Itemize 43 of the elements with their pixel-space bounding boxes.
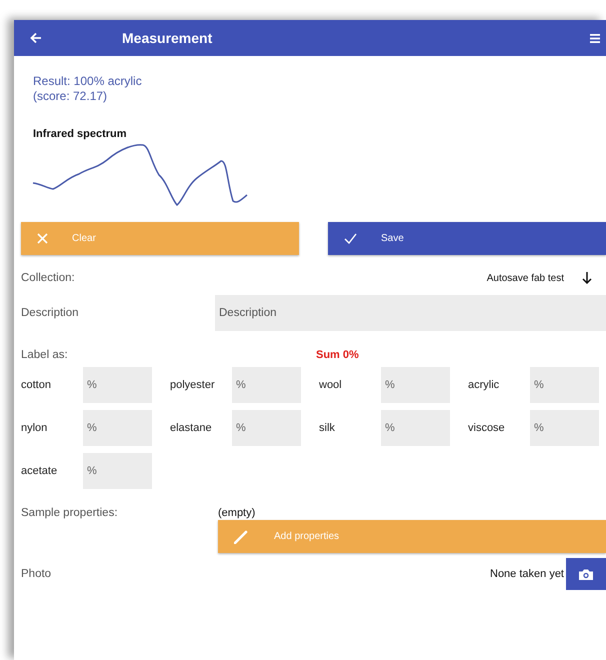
camera-button[interactable] — [566, 558, 606, 590]
save-button[interactable]: Save — [328, 222, 606, 255]
percent-field[interactable]: % — [530, 367, 599, 403]
field-label: Description — [21, 307, 80, 319]
fiber-label: polyester — [170, 379, 216, 391]
fiber-label: elastane — [170, 422, 213, 434]
result-text: (score: 72.17) — [33, 89, 108, 104]
back-arrow-icon — [30, 32, 42, 44]
properties-value: (empty) — [218, 507, 256, 519]
field-label: Label as: — [21, 349, 69, 361]
chart-title: Infrared spectrum — [33, 128, 128, 140]
collection-dropdown[interactable]: Autosave fab test — [486, 272, 606, 284]
photo-status: None taken yet — [490, 568, 564, 580]
percent-field[interactable]: % — [381, 410, 450, 446]
fiber-label: viscose — [468, 422, 506, 434]
fiber-label: acetate — [21, 465, 58, 477]
result-text: Result: 100% acrylic — [33, 74, 143, 89]
percent-field[interactable]: % — [232, 367, 301, 403]
screen-title: Measurement — [122, 30, 214, 46]
field-label: Sample properties: — [21, 507, 119, 521]
percent-field[interactable]: % — [83, 410, 152, 446]
close-icon — [37, 233, 48, 244]
menu-button[interactable] — [590, 34, 600, 42]
check-icon — [344, 233, 357, 244]
percent-field[interactable]: % — [232, 410, 301, 446]
percent-field[interactable]: % — [83, 367, 152, 403]
description-field[interactable]: Description — [215, 295, 606, 331]
fiber-label: silk — [319, 422, 336, 434]
field-label: Collection: — [21, 272, 75, 284]
camera-icon — [579, 568, 593, 580]
fiber-label: nylon — [21, 422, 48, 434]
percent-field[interactable]: % — [530, 410, 599, 446]
pencil-icon — [234, 530, 248, 544]
percent-field[interactable]: % — [381, 367, 450, 403]
fiber-label: cotton — [21, 379, 52, 391]
down-arrow-icon — [582, 272, 592, 284]
percent-field[interactable]: % — [83, 453, 152, 489]
menu-icon — [590, 34, 600, 42]
back-button[interactable] — [30, 32, 42, 44]
field-label: Photo — [21, 568, 52, 580]
sum-text: Sum 0% — [316, 349, 359, 361]
fiber-label: acrylic — [468, 379, 500, 391]
fiber-label: wool — [319, 379, 343, 391]
